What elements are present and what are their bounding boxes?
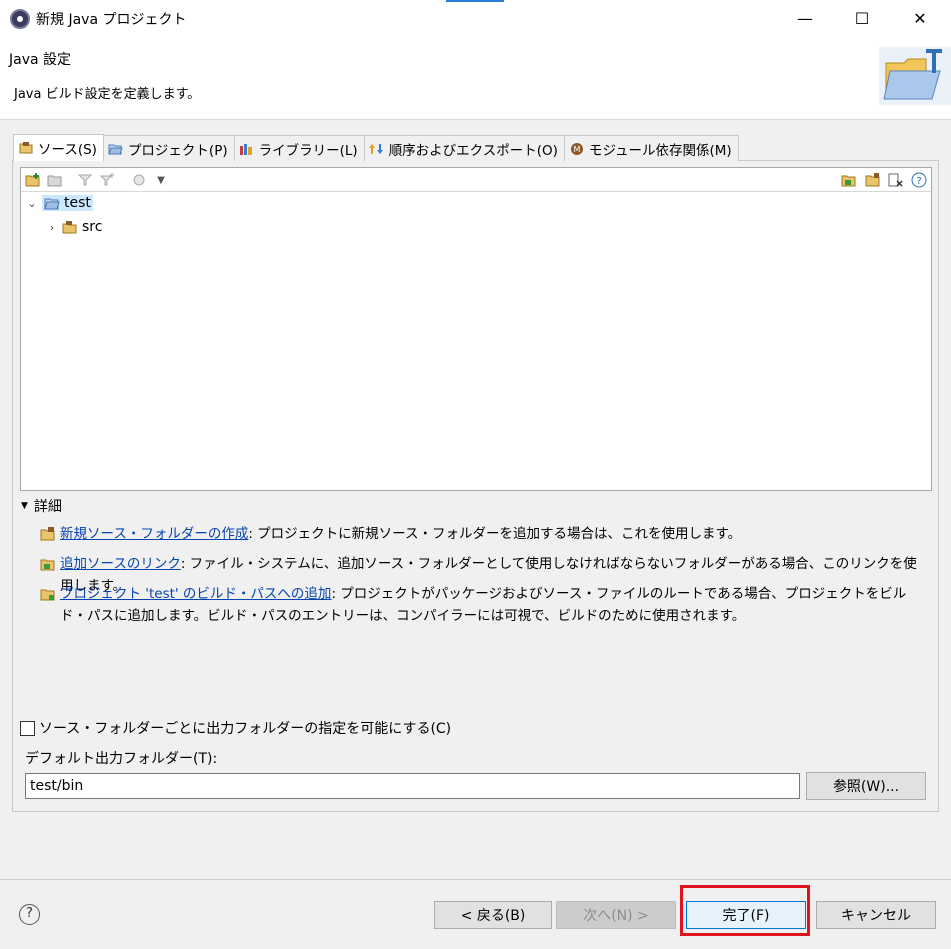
tab-module-dependencies[interactable]: M モジュール依存関係(M) [563, 135, 739, 161]
source-folder-icon [62, 220, 77, 233]
module-icon: M [569, 142, 585, 156]
title-accent [446, 0, 504, 2]
order-export-icon [369, 142, 385, 156]
link-source-icon[interactable] [46, 171, 64, 189]
tab-label: 順序およびエクスポート(O) [388, 142, 558, 159]
expanded-triangle-icon: ▼ [21, 501, 28, 511]
help-icon[interactable]: ? [19, 904, 40, 925]
collapse-chevron-icon[interactable]: › [46, 221, 58, 234]
detail-text: : プロジェクトに新規ソース・フォルダーを追加する場合は、これを使用します。 [248, 526, 742, 542]
filter-add-icon[interactable] [98, 171, 116, 189]
eclipse-app-icon [10, 9, 30, 29]
expand-chevron-icon[interactable]: ⌄ [26, 197, 38, 210]
filter-icon[interactable] [76, 171, 94, 189]
close-button[interactable]: ✕ [897, 0, 943, 38]
next-button[interactable]: 次へ(N) > [556, 901, 676, 929]
tab-source[interactable]: ソース(S) [13, 134, 104, 161]
finish-highlight-box [680, 885, 810, 936]
detail-row-create: 新規ソース・フォルダーの作成: プロジェクトに新規ソース・フォルダーを追加する場… [40, 523, 930, 545]
tree-item-src[interactable]: › src [46, 216, 103, 238]
folder-banner-icon [879, 47, 951, 105]
dropdown-chevron-icon[interactable]: ▼ [152, 171, 170, 189]
checkbox-label: ソース・フォルダーごとに出力フォルダーの指定を可能にする(C) [39, 721, 452, 737]
tab-label: ソース(S) [38, 142, 97, 158]
back-button[interactable]: < 戻る(B) [434, 901, 552, 929]
create-source-folder-icon [40, 527, 55, 541]
svg-text:M: M [574, 145, 581, 154]
source-tree [20, 167, 932, 491]
page-title: Java 設定 [9, 52, 72, 68]
window-title: 新規 Java プロジェクト [36, 12, 187, 28]
open-project-folder-icon [44, 198, 60, 209]
remove-entry-icon[interactable] [887, 171, 905, 189]
maximize-button[interactable]: ☐ [839, 0, 885, 38]
tree-item-test[interactable]: ⌄ test [26, 192, 93, 214]
tree-item-label: test [64, 195, 91, 211]
tab-strip: ソース(S) プロジェクト(P) ライブラリー(L) 順序およびエクスポート(O… [13, 134, 739, 161]
page-description: Java ビルド設定を定義します。 [14, 87, 201, 102]
link-additional-source-link[interactable]: 追加ソースのリンク [60, 556, 181, 572]
tab-libraries[interactable]: ライブラリー(L) [233, 135, 365, 161]
tab-label: プロジェクト(P) [127, 142, 228, 159]
tab-projects[interactable]: プロジェクト(P) [102, 135, 235, 161]
link-source-icon [40, 559, 55, 571]
create-source-folder-link[interactable]: 新規ソース・フォルダーの作成 [60, 526, 248, 542]
library-icon [239, 142, 255, 156]
tree-item-label: src [82, 219, 103, 235]
svg-text:?: ? [916, 176, 921, 187]
tree-item-selection: test [42, 195, 93, 211]
add-folder-icon[interactable] [840, 171, 858, 189]
add-to-buildpath-icon [40, 589, 55, 601]
tab-order-export[interactable]: 順序およびエクスポート(O) [363, 135, 565, 161]
tab-label: モジュール依存関係(M) [588, 142, 732, 159]
detail-row-add-buildpath: プロジェクト 'test' のビルド・パスへの追加: プロジェクトがパッケージお… [40, 583, 930, 627]
create-source-folder-icon[interactable] [24, 171, 42, 189]
browse-button[interactable]: 参照(W)... [806, 772, 926, 800]
project-icon [108, 142, 124, 156]
source-folder-icon [18, 141, 34, 155]
new-package-folder-icon[interactable] [864, 171, 882, 189]
cancel-button[interactable]: キャンセル [816, 901, 936, 929]
minimize-button[interactable]: — [782, 0, 828, 38]
add-project-to-buildpath-link[interactable]: プロジェクト 'test' のビルド・パスへの追加 [60, 586, 331, 602]
details-label: 詳細 [33, 499, 62, 515]
wizard-header [0, 38, 951, 120]
footer-separator [0, 879, 951, 880]
configure-icon[interactable] [130, 171, 148, 189]
help-small-icon[interactable]: ? [910, 171, 928, 189]
output-folder-checkbox[interactable] [20, 720, 35, 736]
output-folder-option[interactable]: ソース・フォルダーごとに出力フォルダーの指定を可能にする(C) [20, 718, 451, 738]
details-toggle[interactable]: ▼ 詳細 [21, 496, 62, 516]
default-output-folder-label: デフォルト出力フォルダー(T): [25, 751, 218, 767]
default-output-folder-field[interactable] [25, 773, 800, 799]
tab-label: ライブラリー(L) [258, 142, 358, 159]
